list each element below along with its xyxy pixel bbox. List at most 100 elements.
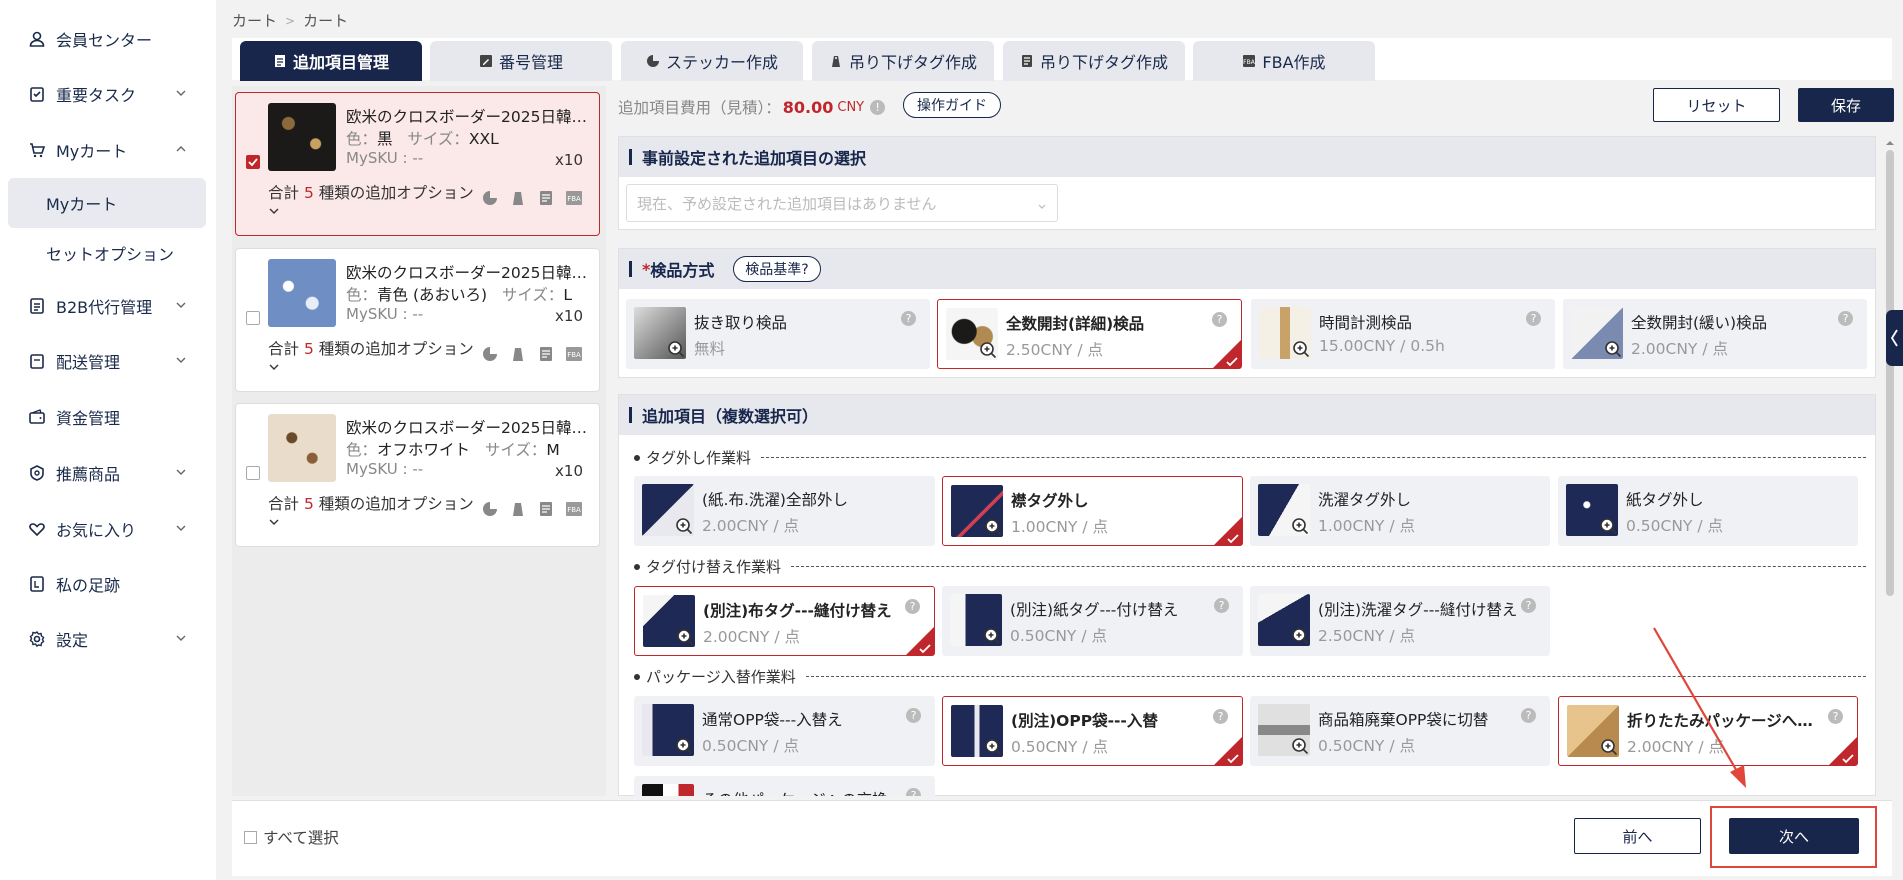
prev-button[interactable]: 前へ (1574, 818, 1701, 854)
help-icon[interactable]: ? (905, 599, 920, 614)
product-options-summary[interactable]: 合計 5 種類の追加オプション (268, 337, 474, 359)
breadcrumb-root[interactable]: カート (232, 10, 277, 31)
sidebar-item-funds[interactable]: 資金管理 (0, 392, 216, 442)
inspection-option[interactable]: 時間計測検品 15.00CNY / 0.5h ? (1251, 299, 1555, 369)
sidebar-item-settings[interactable]: 設定 (0, 614, 216, 664)
additional-item[interactable]: (別注)紙タグ---付け替え 0.50CNY / 点 ? (942, 586, 1243, 656)
help-icon[interactable]: ? (1828, 709, 1843, 724)
select-all-checkbox[interactable] (244, 830, 257, 844)
tab-hang-tag-2[interactable]: 吊り下げタグ作成 (1003, 41, 1185, 81)
footprint-icon (28, 575, 46, 593)
tab-additional-items[interactable]: 追加項目管理 (240, 41, 422, 81)
additional-item[interactable]: 商品箱廃棄OPP袋に切替 0.50CNY / 点 ? (1250, 696, 1550, 766)
zoom-icon[interactable] (1290, 626, 1310, 646)
option-name: (別注)紙タグ---付け替え (1010, 601, 1179, 619)
help-icon[interactable]: ? (1526, 311, 1541, 326)
inspection-option[interactable]: 抜き取り検品 無料 ? (626, 299, 930, 369)
option-icons: FBA (481, 345, 583, 363)
zoom-icon[interactable] (1290, 736, 1310, 756)
help-icon[interactable]: ? (1214, 598, 1229, 613)
help-icon[interactable]: ? (1838, 311, 1853, 326)
scroll-up-icon[interactable] (1884, 138, 1896, 148)
sidebar-item-member-center[interactable]: 会員センター (0, 14, 216, 64)
sidebar-item-favorites[interactable]: お気に入り (0, 504, 216, 554)
zoom-icon[interactable] (983, 737, 1003, 757)
side-panel-toggle[interactable] (1886, 310, 1903, 366)
additional-item[interactable]: (別注)OPP袋---入替 0.50CNY / 点 ? (942, 696, 1243, 766)
help-icon[interactable]: ? (1521, 598, 1536, 613)
help-icon[interactable]: ? (906, 788, 921, 796)
additional-item[interactable]: (別注)洗濯タグ---縫付け替え 2.50CNY / 点 ? (1250, 586, 1550, 656)
zoom-icon[interactable] (674, 516, 694, 536)
tab-fba[interactable]: FBA FBA作成 (1193, 41, 1375, 81)
additional-item[interactable]: (紙.布.洗濯)全部外し 2.00CNY / 点 (634, 476, 935, 546)
sidebar-item-b2b[interactable]: B2B代行管理 (0, 281, 216, 331)
sidebar-item-important-task[interactable]: 重要タスク (0, 69, 216, 119)
product-checkbox[interactable] (246, 155, 260, 169)
help-icon[interactable]: ? (1213, 709, 1228, 724)
sidebar-item-recommend[interactable]: 推薦商品 (0, 448, 216, 498)
section-title: 追加項目（複数選択可） (642, 407, 819, 426)
sidebar-item-my-cart[interactable]: Myカート (0, 125, 216, 175)
svg-text:FBA: FBA (567, 195, 581, 203)
product-checkbox[interactable] (246, 466, 260, 480)
help-icon[interactable]: ? (1521, 708, 1536, 723)
reset-button[interactable]: リセット (1653, 88, 1780, 122)
scrollbar[interactable] (1884, 136, 1896, 792)
additional-item[interactable]: 襟タグ外し 1.00CNY / 点 (942, 476, 1243, 546)
zoom-icon[interactable] (982, 626, 1002, 646)
zoom-icon[interactable] (1598, 516, 1618, 536)
zoom-icon[interactable] (983, 517, 1003, 537)
tab-number-management[interactable]: 番号管理 (430, 41, 612, 81)
zoom-icon[interactable] (674, 736, 694, 756)
help-icon[interactable]: ? (1212, 312, 1227, 327)
save-button[interactable]: 保存 (1798, 88, 1894, 122)
product-card[interactable]: 欧米のクロスボーダー2025日韓… 色：青色 (あおいろ) サイズ：L MySK… (235, 248, 600, 392)
chevron-down-icon[interactable] (268, 361, 280, 373)
inspection-standard-button[interactable]: 検品基準? (733, 256, 821, 282)
zoom-icon[interactable] (1291, 339, 1311, 359)
chevron-down-icon (174, 85, 188, 99)
product-options-summary[interactable]: 合計 5 種類の追加オプション (268, 492, 474, 514)
zoom-icon[interactable] (978, 340, 998, 360)
sidebar-item-footprint[interactable]: 私の足跡 (0, 559, 216, 609)
product-checkbox[interactable] (246, 311, 260, 325)
group-header: タグ付け替え作業料 (634, 556, 1866, 577)
tab-hang-tag-1[interactable]: 吊り下げタグ作成 (812, 41, 994, 81)
tab-sticker[interactable]: ステッカー作成 (621, 41, 803, 81)
additional-item[interactable]: その他パッケージへの交換 ? (634, 776, 935, 796)
inspection-option[interactable]: 全数開封(緩い)検品 2.00CNY / 点 ? (1563, 299, 1867, 369)
zoom-icon[interactable] (1603, 339, 1623, 359)
sidebar-item-delivery[interactable]: 配送管理 (0, 336, 216, 386)
scrollbar-thumb[interactable] (1886, 150, 1894, 596)
additional-item[interactable]: 通常OPP袋---入替え 0.50CNY / 点 ? (634, 696, 935, 766)
product-sku: MySKU : -- (346, 305, 424, 323)
zoom-icon[interactable] (1599, 737, 1619, 757)
chevron-down-icon[interactable] (268, 205, 280, 217)
product-options-summary[interactable]: 合計 5 種類の追加オプション (268, 181, 474, 203)
additional-item[interactable]: 紙タグ外し 0.50CNY / 点 (1558, 476, 1858, 546)
additional-item[interactable]: 洗濯タグ外し 1.00CNY / 点 (1250, 476, 1550, 546)
sidebar-subitem-my-cart[interactable]: Myカート (8, 178, 206, 228)
chevron-down-icon[interactable] (268, 516, 280, 528)
inspection-option[interactable]: 全数開封(詳細)検品 2.50CNY / 点 ? (937, 299, 1242, 369)
select-all[interactable]: すべて選択 (244, 826, 339, 848)
product-card[interactable]: 欧米のクロスボーダー2025日韓… 色：黒 サイズ：XXL MySKU : --… (235, 92, 600, 236)
zoom-icon[interactable] (666, 339, 686, 359)
zoom-icon[interactable] (675, 627, 695, 647)
svg-text:FBA: FBA (567, 506, 581, 514)
tab-label: 吊り下げタグ作成 (1039, 53, 1168, 72)
fba-icon: FBA (1242, 54, 1256, 68)
option-icons: FBA (481, 189, 583, 207)
additional-item[interactable]: (別注)布タグ---縫付け替え 2.00CNY / 点 ? (634, 586, 935, 656)
zoom-icon[interactable] (1290, 516, 1310, 536)
help-icon[interactable]: ? (906, 708, 921, 723)
help-icon[interactable]: ! (870, 99, 886, 115)
document-icon (28, 297, 46, 315)
help-icon[interactable]: ? (901, 311, 916, 326)
preset-select[interactable]: 現在、予め設定された追加項目はありません (626, 184, 1058, 222)
sidebar-subitem-set-option[interactable]: セットオプション (8, 228, 206, 278)
option-price: 0.50CNY / 点 (1011, 738, 1108, 756)
product-card[interactable]: 欧米のクロスボーダー2025日韓… 色：オフホワイト サイズ：M MySKU :… (235, 403, 600, 547)
guide-button[interactable]: 操作ガイド (903, 92, 1001, 118)
